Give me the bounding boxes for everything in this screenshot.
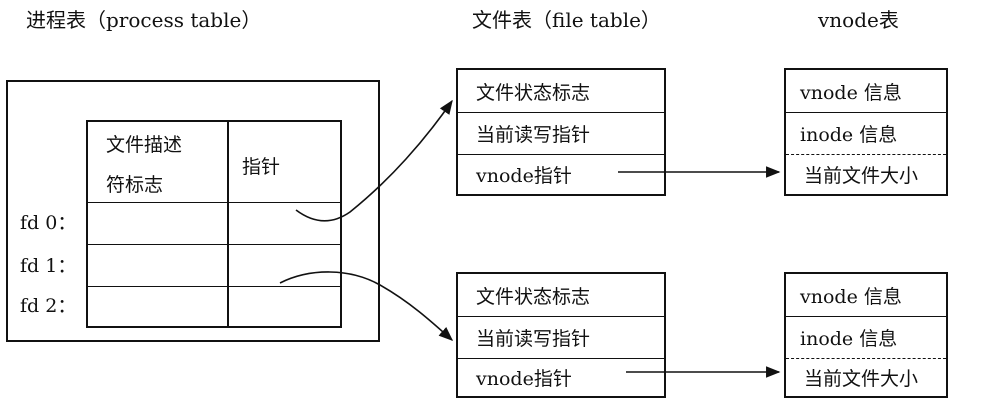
fd0-to-file-entry-1-arrow [295,99,453,222]
pointer-arrows [279,99,781,378]
fd2-to-file-entry-2-arrow [279,271,454,341]
